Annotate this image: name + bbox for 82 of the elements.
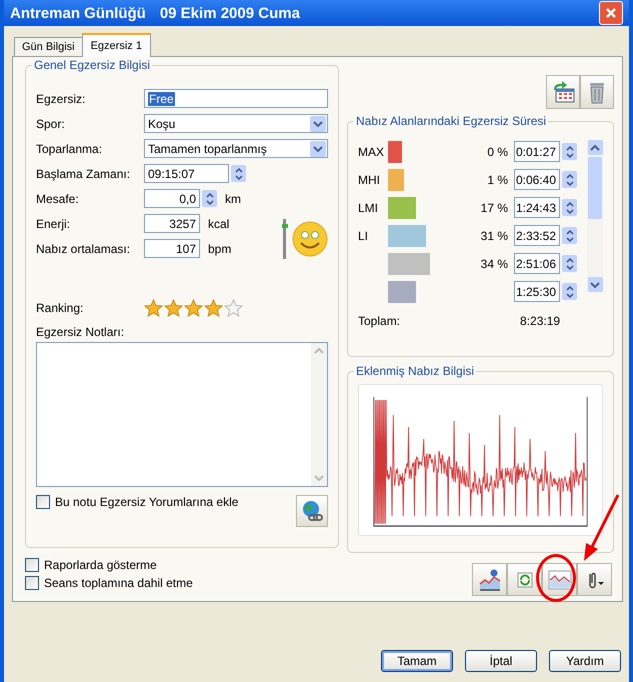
window-date: 09 Ekim 2009 Cuma — [160, 4, 300, 22]
time-field[interactable]: 2:51:06 — [514, 253, 560, 274]
annotation-circle — [536, 554, 576, 602]
slider-thumb[interactable] — [282, 224, 288, 228]
input-field[interactable]: 107 — [144, 239, 200, 258]
field-label: Enerji: — [36, 216, 72, 230]
spin-buttons[interactable] — [562, 143, 577, 160]
zone-percent: 34 % — [480, 256, 508, 270]
dropdown[interactable]: Tamamen toparlanmış — [144, 139, 328, 158]
time-field[interactable]: 2:33:52 — [514, 225, 560, 246]
zone-label: MAX — [358, 144, 384, 158]
field-label: Egzersiz Notları: — [36, 325, 126, 339]
tab[interactable]: Gün Bilgisi — [14, 37, 83, 56]
zone-label: LMI — [358, 200, 378, 214]
unit-label: km — [225, 192, 241, 206]
close-icon — [605, 7, 617, 19]
spin-buttons[interactable] — [231, 165, 246, 182]
smiley-icon — [292, 221, 328, 257]
zone-percent: 17 % — [480, 200, 508, 214]
chevron-down-icon — [313, 120, 323, 128]
graph-icon[interactable] — [542, 563, 577, 596]
dialog-button[interactable]: Tamam — [381, 650, 453, 672]
close-button[interactable] — [599, 1, 623, 25]
zone-percent: 0 % — [487, 144, 508, 158]
scrollbar[interactable] — [587, 140, 603, 292]
chevron-down-icon — [313, 144, 323, 152]
star-icon[interactable] — [144, 299, 163, 317]
checkbox[interactable] — [25, 576, 39, 590]
checkbox[interactable] — [25, 558, 39, 572]
star-icon[interactable] — [164, 299, 183, 317]
globe-link-button[interactable] — [296, 495, 328, 527]
slider[interactable] — [283, 219, 286, 259]
tab[interactable]: Egzersiz 1 — [82, 33, 151, 57]
spin-buttons[interactable] — [202, 190, 217, 207]
field-label: Mesafe: — [36, 192, 80, 206]
scroll-down-icon[interactable] — [590, 280, 600, 288]
zone-label: MHI — [358, 172, 380, 186]
unit-label: kcal — [208, 216, 230, 230]
input-field[interactable]: 0,0 — [144, 189, 200, 208]
unit-label: bpm — [208, 242, 232, 256]
scroll-up-icon[interactable] — [590, 144, 600, 152]
group-title: Nabız Alanlarındaki Egzersiz Süresi — [354, 114, 548, 128]
spin-buttons[interactable] — [562, 227, 577, 244]
time-field[interactable]: 0:01:27 — [514, 141, 560, 162]
checkbox-label: Bu notu Egzersiz Yorumlarına ekle — [55, 495, 238, 509]
dialog-button[interactable]: İptal — [465, 650, 537, 672]
field-label: Nabız ortalaması: — [36, 242, 132, 256]
zone-percent: 1 % — [487, 172, 508, 186]
refresh-icon[interactable] — [507, 563, 542, 596]
field-label: Toparlanma: — [36, 142, 104, 156]
dialog-button[interactable]: Yardım — [549, 650, 621, 672]
group-title: Eklenmiş Nabız Bilgisi — [354, 364, 476, 378]
field-label: Başlama Zamanı: — [36, 166, 132, 180]
input-field[interactable]: 09:15:07 — [144, 164, 229, 183]
zone-percent: 31 % — [480, 228, 508, 242]
star-icon[interactable] — [184, 299, 203, 317]
input-field[interactable]: Free — [144, 89, 328, 108]
field-label: Ranking: — [36, 301, 84, 315]
field-label: Egzersiz: — [36, 92, 86, 106]
time-field[interactable]: 0:06:40 — [514, 169, 560, 190]
calendar-icon[interactable] — [546, 75, 580, 109]
group-title: Genel Egzersiz Bilgisi — [32, 58, 152, 72]
total-label: Toplam: — [358, 314, 400, 328]
dropdown[interactable]: Koşu — [144, 114, 328, 133]
total-value: 8:23:19 — [520, 314, 560, 328]
time-field[interactable]: 1:24:43 — [514, 197, 560, 218]
checkbox[interactable] — [36, 495, 50, 509]
spin-buttons[interactable] — [562, 255, 577, 272]
star-icon[interactable] — [204, 299, 223, 317]
field-label: Spor: — [36, 116, 66, 130]
trash-icon[interactable] — [580, 75, 614, 109]
checkbox-label: Seans toplamına dahil etme — [44, 576, 193, 590]
time-field[interactable]: 1:25:30 — [514, 281, 560, 302]
zone-label: LI — [358, 228, 368, 242]
paperclip-icon[interactable] — [577, 563, 612, 596]
spin-buttons[interactable] — [562, 171, 577, 188]
input-field[interactable]: 3257 — [144, 214, 200, 233]
spin-buttons[interactable] — [562, 199, 577, 216]
window-title: Antreman Günlüğü — [10, 4, 146, 22]
chart-info-icon[interactable] — [472, 563, 507, 596]
checkbox-label: Raporlarda gösterme — [44, 558, 157, 572]
spin-buttons[interactable] — [562, 283, 577, 300]
